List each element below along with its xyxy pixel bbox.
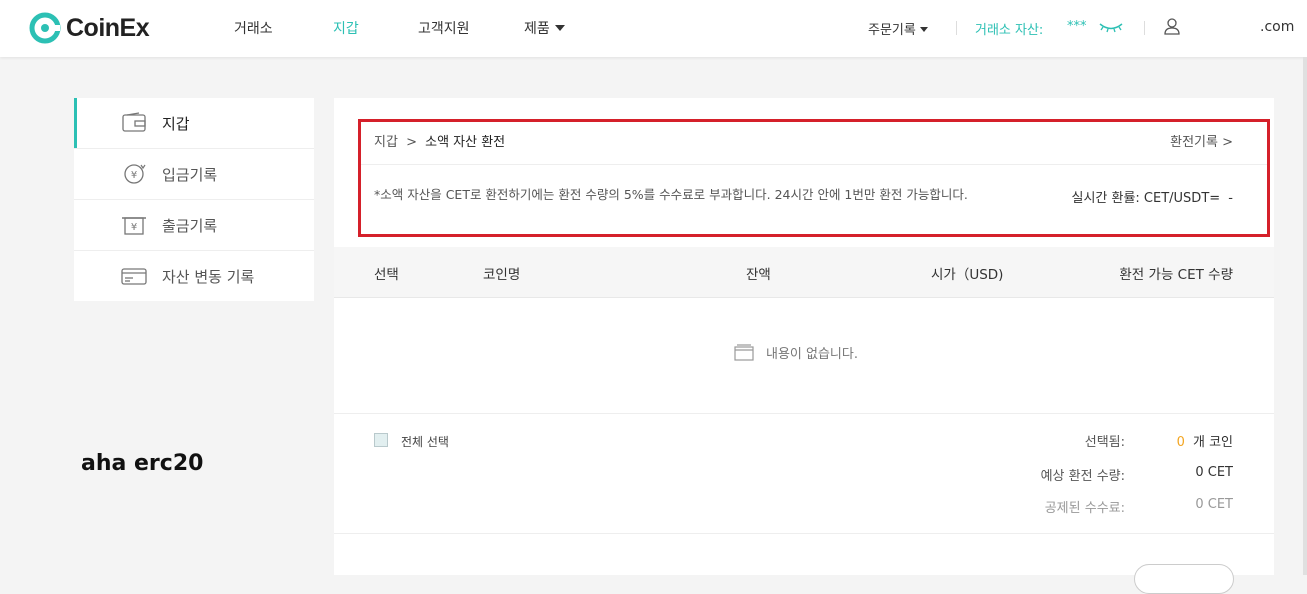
card-icon bbox=[121, 268, 147, 285]
fee-deducted-label: 공제된 수수료: bbox=[1044, 501, 1125, 516]
nav-products[interactable]: 제품 bbox=[524, 18, 565, 38]
coinex-logo-icon bbox=[29, 12, 61, 44]
realtime-rate: 실시간 환률: CET/USDT= - bbox=[1071, 187, 1233, 206]
column-select: 선택 bbox=[374, 267, 399, 283]
convert-button[interactable] bbox=[1134, 564, 1234, 594]
column-balance: 잔액 bbox=[746, 267, 771, 283]
user-icon[interactable] bbox=[1164, 18, 1180, 35]
coinex-logo[interactable]: CoinEx bbox=[28, 10, 150, 46]
wallet-icon bbox=[122, 112, 146, 132]
section-divider bbox=[334, 533, 1274, 534]
rate-label: 실시간 환률: CET/USDT= bbox=[1071, 191, 1221, 206]
rate-value: - bbox=[1228, 191, 1233, 206]
empty-state: 내용이 없습니다. bbox=[734, 343, 858, 362]
sidebar-item-withdrawals[interactable]: ¥ 출금기록 bbox=[74, 200, 314, 251]
chevron-down-icon bbox=[554, 25, 565, 31]
table-header: 선택 코인명 잔액 시가（USD) 환전 가능 CET 수량 bbox=[334, 247, 1274, 298]
header-divider bbox=[956, 21, 957, 35]
small-asset-exchange-panel bbox=[334, 98, 1274, 575]
selected-count-unit: 개 코인 bbox=[1192, 435, 1233, 450]
fee-notice: *소액 자산을 CET로 환전하기에는 환전 수량의 5%를 수수료로 부과합니… bbox=[374, 187, 968, 202]
fee-deducted-value: 0 CET bbox=[1195, 497, 1233, 512]
sidebar-item-asset-changes[interactable]: 자산 변동 기록 bbox=[74, 251, 314, 301]
exchange-assets-value: *** bbox=[1067, 19, 1087, 34]
sidebar-item-label: 자산 변동 기록 bbox=[162, 268, 255, 286]
expected-amount-label: 예상 환전 수량: bbox=[1040, 469, 1125, 484]
top-navigation-bar: CoinEx 거래소 지갑 고객지원 제품 주문기록 거래소 자산: *** .… bbox=[0, 0, 1307, 57]
breadcrumb-separator: > bbox=[406, 135, 417, 150]
column-coin-name: 코인명 bbox=[483, 267, 521, 283]
empty-box-icon bbox=[734, 344, 754, 361]
breadcrumb-current: 소액 자산 환전 bbox=[425, 135, 506, 150]
sidebar-item-deposits[interactable]: ¥ 입금기록 bbox=[74, 149, 314, 200]
nav-wallet[interactable]: 지갑 bbox=[333, 18, 359, 38]
chevron-down-icon bbox=[919, 27, 928, 32]
empty-text: 내용이 없습니다. bbox=[766, 347, 858, 362]
logo-text: CoinEx bbox=[66, 13, 150, 42]
selected-count-value: 0 bbox=[1176, 435, 1185, 450]
select-all-label[interactable]: 전체 선택 bbox=[401, 433, 449, 450]
section-divider bbox=[334, 413, 1274, 414]
breadcrumb-root[interactable]: 지갑 bbox=[374, 135, 398, 150]
header-divider bbox=[1144, 21, 1145, 35]
order-history-label: 주문기록 bbox=[868, 23, 916, 38]
handwritten-annotation: aha erc20 bbox=[81, 451, 204, 476]
order-history-menu[interactable]: 주문기록 bbox=[868, 19, 928, 38]
svg-text:¥: ¥ bbox=[131, 222, 137, 233]
sidebar-item-label: 입금기록 bbox=[162, 166, 218, 184]
exchange-assets-label: 거래소 자산: bbox=[975, 23, 1044, 38]
selected-label: 선택됨: bbox=[1084, 435, 1125, 450]
section-divider bbox=[360, 164, 1268, 165]
nav-products-label: 제품 bbox=[524, 21, 550, 37]
nav-support[interactable]: 고객지원 bbox=[418, 18, 470, 38]
account-email[interactable]: .com bbox=[1260, 19, 1294, 35]
sidebar-item-wallet[interactable]: 지갑 bbox=[74, 98, 314, 149]
select-all-checkbox[interactable] bbox=[374, 433, 388, 447]
column-convertible-cet: 환전 가능 CET 수량 bbox=[1119, 267, 1233, 283]
scrollbar[interactable] bbox=[1303, 57, 1307, 575]
wallet-sidebar: 지갑 ¥ 입금기록 ¥ 출금기록 자산 변동 기록 bbox=[74, 98, 314, 301]
deposit-icon: ¥ bbox=[124, 164, 146, 184]
hide-eye-icon[interactable] bbox=[1098, 20, 1124, 34]
column-market-price: 시가（USD) bbox=[931, 267, 1004, 283]
sidebar-item-label: 출금기록 bbox=[162, 217, 218, 235]
breadcrumb: 지갑 > 소액 자산 환전 bbox=[374, 131, 505, 150]
selected-count: 0 개 코인 bbox=[1177, 431, 1233, 450]
expected-amount-value: 0 CET bbox=[1195, 465, 1233, 480]
svg-text:¥: ¥ bbox=[131, 170, 137, 181]
withdraw-icon: ¥ bbox=[122, 217, 146, 235]
nav-exchange[interactable]: 거래소 bbox=[234, 18, 273, 38]
exchange-history-link[interactable]: 환전기록 > bbox=[1170, 131, 1233, 150]
sidebar-item-label: 지갑 bbox=[162, 115, 190, 133]
